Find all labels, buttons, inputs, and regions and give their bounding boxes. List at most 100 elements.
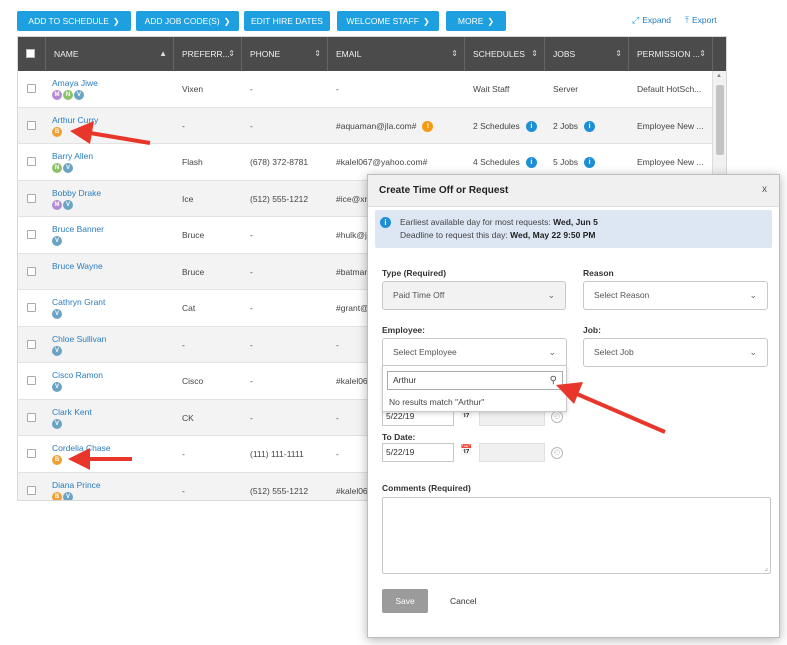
row-checkbox[interactable]: [27, 303, 36, 312]
expand-label: Expand: [642, 15, 672, 25]
header-jobs[interactable]: JOBS ⇕: [545, 37, 629, 71]
row-checkbox[interactable]: [27, 84, 36, 93]
employee-name-link[interactable]: Clark Kent: [52, 407, 92, 417]
header-name[interactable]: NAME ▲: [46, 37, 174, 71]
table-row[interactable]: Arthur Curry B - - #aquaman@jla.com#! 2 Sched…: [18, 107, 713, 144]
info-icon[interactable]: i: [584, 157, 596, 169]
row-checkbox[interactable]: [27, 157, 36, 166]
employee-select[interactable]: Select Employee ⌄: [382, 338, 567, 367]
preferred-cell: -: [174, 473, 242, 501]
scrollbar-thumb[interactable]: [716, 85, 724, 155]
row-checkbox[interactable]: [27, 266, 36, 276]
info-icon[interactable]: i: [584, 120, 596, 132]
row-checkbox[interactable]: [27, 449, 36, 458]
type-select[interactable]: Paid Time Off ⌄: [382, 281, 566, 310]
employee-name-link[interactable]: Cisco Ramon: [52, 370, 103, 380]
info-icon[interactable]: i: [525, 157, 537, 169]
warning-icon[interactable]: !: [422, 120, 434, 132]
phone-text: -: [250, 412, 253, 423]
employee-name-link[interactable]: Diana Prince: [52, 480, 101, 490]
role-badge: B: [52, 455, 62, 465]
welcome-staff-button[interactable]: WELCOME STAFF ❯: [337, 11, 439, 31]
more-button[interactable]: MORE ❯: [446, 11, 506, 31]
employee-name-link[interactable]: Cathryn Grant: [52, 297, 105, 307]
add-to-schedule-label: ADD TO SCHEDULE: [28, 16, 109, 26]
employee-name-link[interactable]: Barry Allen: [52, 151, 93, 161]
email-cell: #aquaman@jla.com#!: [328, 108, 465, 144]
phone-text: -: [250, 84, 253, 94]
reason-select[interactable]: Select Reason ⌄: [583, 281, 768, 310]
preferred-text: Flash: [182, 157, 203, 167]
scroll-up-icon[interactable]: ▲: [716, 73, 722, 79]
employee-name-link[interactable]: Bruce Wayne: [52, 261, 103, 271]
row-checkbox[interactable]: [27, 376, 36, 385]
phone-cell: (111) 111-1111: [242, 436, 328, 472]
header-email[interactable]: EMAIL ⇕: [328, 37, 465, 71]
email-text: -: [336, 84, 339, 94]
table-row[interactable]: Amaya Jiwe M N V Vixen - - Wait Staff Server Defa…: [18, 71, 713, 108]
header-select-all: [18, 37, 46, 71]
role-badge: V: [63, 491, 73, 500]
employee-search-value: Arthur: [393, 375, 417, 385]
expand-link[interactable]: ⤢ Expand: [632, 15, 671, 26]
preferred-cell: Vixen: [174, 71, 242, 107]
comments-label: Comments (Required): [382, 483, 471, 493]
to-time-input[interactable]: [479, 443, 545, 462]
resize-grip-icon[interactable]: ⌟: [764, 563, 768, 572]
email-text: #kalel06: [336, 376, 368, 386]
employee-search-input[interactable]: Arthur ⚲: [387, 371, 563, 390]
employee-placeholder: Select Employee: [393, 347, 457, 357]
employee-name-link[interactable]: Amaya Jiwe: [52, 78, 98, 88]
edit-hire-dates-label: EDIT HIRE DATES: [251, 16, 323, 26]
employee-name-link[interactable]: Bobby Drake: [52, 188, 101, 198]
email-text: #grant@: [336, 303, 369, 313]
header-phone[interactable]: PHONE ⇕: [242, 37, 328, 71]
header-schedules[interactable]: SCHEDULES ⇕: [465, 37, 545, 71]
expand-icon: ⤢: [632, 15, 640, 25]
employee-name-link[interactable]: Cordelia Chase: [52, 443, 111, 453]
export-link[interactable]: ⤒ Export: [685, 15, 717, 26]
preferred-text: -: [182, 339, 185, 350]
cancel-button[interactable]: Cancel: [450, 596, 476, 606]
clock-icon[interactable]: ◴: [551, 411, 563, 423]
sort-icon: ⇕: [615, 49, 622, 58]
schedules-cell: 2 Schedules i: [465, 108, 545, 144]
phone-cell: -: [242, 363, 328, 399]
email-text: #kalel067@yahoo.com#: [336, 157, 428, 167]
role-badges: MNV: [52, 90, 85, 100]
to-date-input[interactable]: 5/22/19: [382, 443, 454, 462]
calendar-icon[interactable]: 📅: [460, 445, 472, 456]
add-job-codes-button[interactable]: ADD JOB CODE(S) ❯: [136, 11, 239, 31]
job-select[interactable]: Select Job ⌄: [583, 338, 768, 367]
role-badge: V: [52, 236, 62, 246]
clock-icon[interactable]: ◴: [551, 447, 563, 459]
chevron-down-icon: ❯: [223, 17, 231, 26]
employee-name-link[interactable]: Bruce Banner: [52, 224, 104, 234]
row-checkbox[interactable]: [27, 485, 36, 495]
info-icon[interactable]: i: [525, 120, 537, 132]
row-checkbox[interactable]: [27, 193, 36, 203]
row-checkbox[interactable]: [27, 120, 36, 130]
header-permission[interactable]: PERMISSION ... ⇕: [629, 37, 713, 71]
header-phone-label: PHONE: [250, 49, 281, 59]
row-checkbox[interactable]: [27, 339, 36, 349]
edit-hire-dates-button[interactable]: EDIT HIRE DATES: [244, 11, 330, 31]
comments-textarea[interactable]: ⌟: [382, 497, 771, 574]
save-button[interactable]: Save: [382, 589, 428, 613]
name-cell: Chloe Sullivan V: [48, 327, 168, 363]
role-badge: V: [63, 199, 73, 210]
row-checkbox[interactable]: [27, 230, 36, 239]
preferred-cell: Cat: [174, 290, 242, 326]
phone-cell: -: [242, 71, 328, 107]
close-button[interactable]: x: [762, 184, 767, 195]
row-checkbox[interactable]: [27, 412, 36, 422]
employee-name-link[interactable]: Arthur Curry: [52, 115, 98, 125]
header-preferred[interactable]: PREFERR... ⇕: [174, 37, 242, 71]
preferred-text: Cat: [182, 303, 196, 313]
add-to-schedule-button[interactable]: ADD TO SCHEDULE ❯: [17, 11, 131, 31]
employee-name-link[interactable]: Chloe Sullivan: [52, 334, 106, 344]
select-all-checkbox[interactable]: [26, 49, 35, 58]
email-text: #kalel06: [336, 485, 368, 496]
add-job-codes-label: ADD JOB CODE(S): [144, 16, 220, 26]
sort-icon: ⇕: [314, 49, 321, 58]
